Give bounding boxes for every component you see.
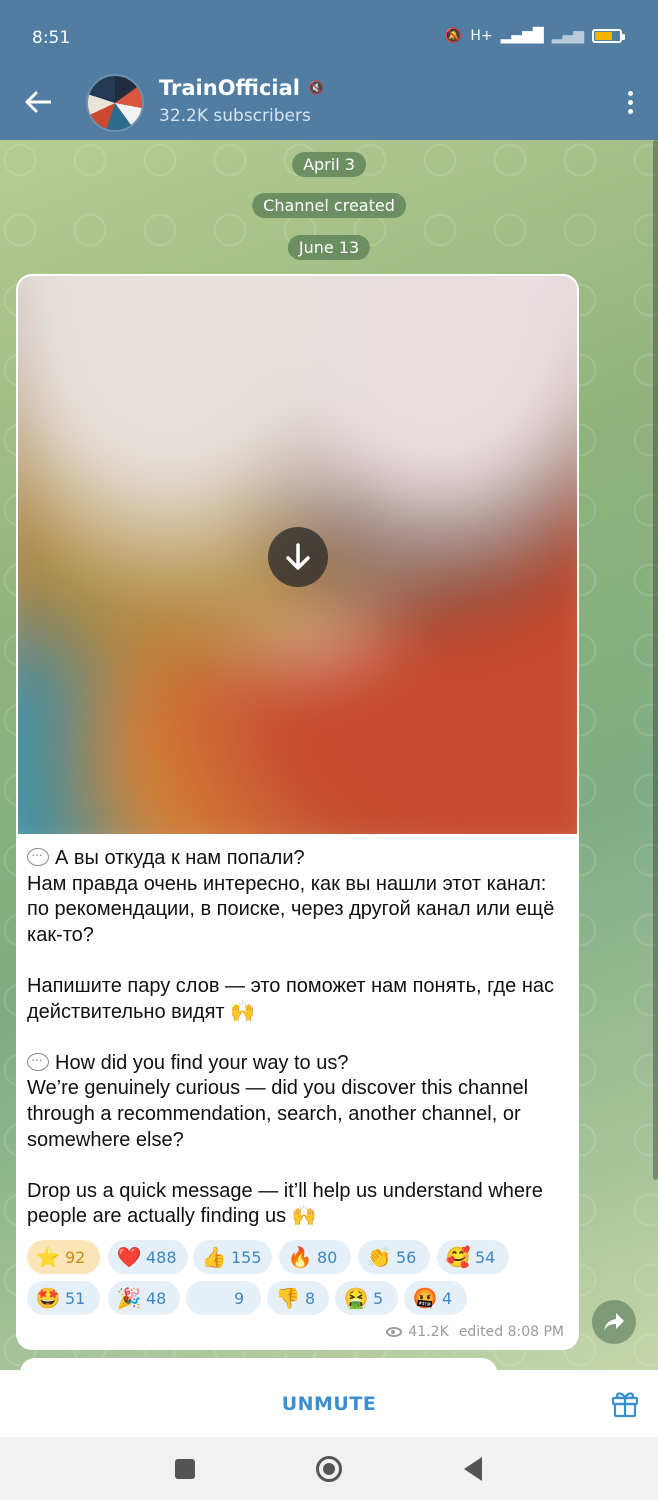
more-options-button[interactable] [618, 84, 642, 120]
heart-icon: ❤️ [116, 1245, 142, 1269]
reaction-fire[interactable]: 🔥 80 [279, 1240, 351, 1274]
alarm-off-icon: 🔕 [444, 28, 463, 44]
date-badge: June 13 [287, 235, 371, 260]
thumbs-up-icon: 👍 [201, 1245, 227, 1269]
channel-title: TrainOfficial [159, 76, 300, 100]
back-button[interactable] [18, 82, 58, 122]
reaction-count: 92 [65, 1247, 86, 1267]
signal-icon: ▂▄▆█ [500, 28, 544, 44]
reaction-count: 54 [475, 1247, 496, 1267]
menu-dot [627, 108, 633, 114]
home-button[interactable] [316, 1456, 342, 1482]
signal-icon-2: ▂▄▆ [551, 28, 584, 44]
battery-level [595, 32, 612, 40]
gift-icon [611, 1392, 639, 1418]
mute-icon: 🔇 [307, 80, 325, 96]
reaction-heart[interactable]: ❤️ 488 [108, 1240, 188, 1274]
back-arrow-icon [25, 91, 51, 113]
download-icon [286, 543, 310, 570]
more-vertical-icon [627, 90, 633, 96]
message-paragraph: How did you find your way to us? We’re g… [27, 1047, 567, 1153]
gift-button[interactable] [610, 1388, 640, 1418]
reaction-custom[interactable]: 9 [186, 1281, 261, 1315]
network-type: H+ [470, 28, 493, 44]
reaction-star[interactable]: ⭐ 92 [27, 1240, 100, 1274]
swearing-face-icon: 🤬 [412, 1286, 438, 1310]
status-icons: 🔕 H+ ▂▄▆█ ▂▄▆ [444, 28, 625, 44]
download-button[interactable] [268, 527, 328, 587]
date-badge: April 3 [292, 152, 366, 177]
star-icon: ⭐ [35, 1245, 61, 1269]
vomiting-face-icon: 🤮 [343, 1286, 369, 1310]
share-button[interactable] [592, 1300, 636, 1344]
channel-title-row[interactable]: TrainOfficial 🔇 [159, 76, 324, 100]
reaction-party[interactable]: 🎉 48 [108, 1281, 180, 1315]
reaction-count: 51 [65, 1288, 86, 1308]
next-message-bubble [20, 1358, 497, 1370]
fire-icon: 🔥 [287, 1245, 313, 1269]
reaction-count: 155 [231, 1247, 262, 1267]
star-struck-icon: 🤩 [35, 1286, 61, 1310]
reaction-smiling-hearts[interactable]: 🥰 54 [437, 1240, 509, 1274]
reaction-count: 9 [234, 1288, 245, 1308]
reaction-count: 48 [146, 1288, 167, 1308]
message-paragraph-text: А вы откуда к нам попали? Нам правда оче… [27, 847, 555, 946]
system-nav-bar [0, 1437, 658, 1500]
chat-area[interactable]: April 3 Channel created June 13 А вы отк… [0, 140, 658, 1370]
subscriber-count: 32.2K subscribers [159, 106, 311, 126]
reaction-clap[interactable]: 👏 56 [358, 1240, 430, 1274]
clap-icon: 👏 [366, 1245, 392, 1269]
channel-created-badge: Channel created [252, 193, 406, 218]
recent-apps-button[interactable] [175, 1459, 195, 1479]
status-time: 8:51 [32, 28, 71, 48]
scrollbar[interactable] [653, 140, 658, 1180]
reaction-thumbs-down[interactable]: 👎 8 [267, 1281, 329, 1315]
menu-dot [627, 99, 633, 105]
message-bubble[interactable]: А вы откуда к нам попали? Нам правда оче… [16, 274, 579, 1350]
reaction-count: 5 [373, 1288, 384, 1308]
smiling-hearts-icon: 🥰 [445, 1245, 471, 1269]
speech-bubble-icon [27, 1047, 49, 1072]
eye-icon [386, 1327, 403, 1337]
party-popper-icon: 🎉 [116, 1286, 142, 1310]
reaction-count: 8 [305, 1288, 316, 1308]
reaction-vomiting[interactable]: 🤮 5 [335, 1281, 398, 1315]
media-preview[interactable] [18, 276, 577, 834]
reaction-swearing[interactable]: 🤬 4 [404, 1281, 467, 1315]
reaction-thumbs-up[interactable]: 👍 155 [193, 1240, 272, 1274]
share-icon [604, 1313, 624, 1331]
reaction-count: 80 [317, 1247, 338, 1267]
message-meta: 41.2K edited 8:08 PM [386, 1324, 564, 1340]
chat-header: TrainOfficial 🔇 32.2K subscribers [0, 70, 658, 140]
edited-time: edited 8:08 PM [458, 1324, 564, 1340]
reaction-star-struck[interactable]: 🤩 51 [27, 1281, 100, 1315]
reaction-count: 56 [396, 1247, 417, 1267]
message-text: А вы откуда к нам попали? Нам правда оче… [27, 842, 567, 1230]
message-paragraph-text: How did you find your way to us? We’re g… [27, 1051, 529, 1151]
message-paragraph: А вы откуда к нам попали? Нам правда оче… [27, 842, 567, 948]
channel-avatar[interactable] [86, 74, 144, 132]
message-paragraph: Drop us a quick message — it’ll help us … [27, 1179, 543, 1228]
message-paragraph: Напишите пару слов — это поможет нам пон… [27, 974, 555, 1023]
speech-bubble-icon [27, 842, 49, 868]
reaction-count: 488 [146, 1247, 177, 1267]
status-bar: 8:51 🔕 H+ ▂▄▆█ ▂▄▆ [0, 0, 658, 70]
system-back-button[interactable] [464, 1457, 482, 1481]
reaction-count: 4 [442, 1288, 453, 1308]
bottom-bar: UNMUTE [0, 1370, 658, 1437]
battery-icon [592, 29, 625, 43]
unmute-button[interactable]: UNMUTE [0, 1370, 588, 1437]
thumbs-down-icon: 👎 [275, 1286, 301, 1310]
view-count: 41.2K [408, 1324, 449, 1340]
